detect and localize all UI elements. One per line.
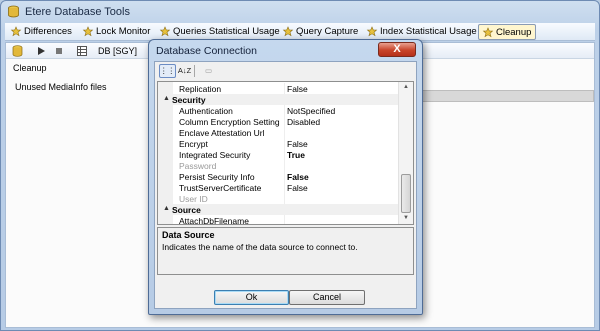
property-name: User ID	[179, 194, 208, 204]
property-name: TrustServerCertificate	[179, 183, 262, 193]
tab-label: Index Statistical Usage	[380, 26, 477, 37]
lock-icon	[82, 26, 94, 37]
column-divider	[284, 215, 285, 224]
db-label: DB [SGY]	[98, 46, 138, 56]
property-row[interactable]: Encrypt False	[158, 138, 398, 149]
progress-bar	[418, 90, 594, 102]
help-title: Data Source	[162, 230, 215, 240]
close-button[interactable]: X	[378, 42, 416, 57]
property-value[interactable]	[287, 128, 397, 138]
property-name: Column Encryption Setting	[179, 117, 280, 127]
scroll-thumb[interactable]	[401, 174, 411, 213]
property-row[interactable]: User ID	[158, 193, 398, 204]
categorized-button[interactable]: ⋮⋮	[159, 64, 176, 78]
queries-icon	[159, 26, 171, 37]
property-help-pane: Data Source Indicates the name of the da…	[157, 227, 414, 275]
property-value[interactable]: False	[287, 84, 397, 94]
scroll-up-icon[interactable]: ▲	[399, 82, 413, 93]
collapse-icon[interactable]: ▲	[163, 95, 170, 102]
play-icon[interactable]	[36, 46, 46, 56]
dialog-title: Database Connection	[156, 45, 257, 57]
vertical-scrollbar[interactable]: ▲ ▼	[398, 82, 413, 224]
stop-icon[interactable]	[54, 46, 64, 56]
index-icon	[366, 26, 378, 37]
column-divider	[284, 160, 285, 171]
property-row[interactable]: Column Encryption Setting Disabled	[158, 116, 398, 127]
property-row[interactable]: TrustServerCertificate False	[158, 182, 398, 193]
collapse-icon[interactable]: ▲	[163, 205, 170, 212]
property-row[interactable]: Password	[158, 160, 398, 171]
column-divider	[284, 116, 285, 127]
dialog-body: ⋮⋮ A↓Z ▭ Replication False ▲ Security Authen…	[154, 61, 417, 309]
column-divider	[284, 138, 285, 149]
property-row[interactable]: Authentication NotSpecified	[158, 105, 398, 116]
property-value[interactable]: False	[287, 139, 397, 149]
property-row[interactable]: AttachDbFilename	[158, 215, 398, 225]
ok-button[interactable]: Ok	[214, 290, 289, 305]
property-value[interactable]	[287, 161, 397, 171]
property-row[interactable]: Enclave Attestation Url	[158, 127, 398, 138]
scroll-down-icon[interactable]: ▼	[399, 213, 413, 224]
section-label: Cleanup	[13, 63, 47, 73]
property-name: Password	[179, 161, 217, 171]
title-bar: Etere Database Tools	[1, 1, 599, 23]
property-value[interactable]	[287, 194, 397, 204]
cleanup-icon	[482, 27, 494, 38]
property-row[interactable]: Persist Security Info False	[158, 171, 398, 182]
property-name: AttachDbFilename	[179, 216, 249, 225]
column-divider	[284, 182, 285, 193]
column-divider	[284, 171, 285, 182]
property-name: Persist Security Info	[179, 172, 255, 182]
column-divider	[284, 83, 285, 94]
app-icon	[8, 5, 19, 18]
property-name: Enclave Attestation Url	[179, 128, 265, 138]
property-value[interactable]: Disabled	[287, 117, 397, 127]
tab-index-statistical-usage[interactable]: Index Statistical Usage	[363, 24, 481, 40]
tab-label: Queries Statistical Usage	[173, 26, 280, 37]
property-name: Replication	[179, 84, 222, 94]
column-divider	[284, 193, 285, 204]
property-value[interactable]	[287, 216, 397, 224]
tab-label: Cleanup	[496, 27, 532, 38]
alphabetical-button[interactable]: A↓Z	[176, 64, 193, 78]
property-value[interactable]: False	[287, 172, 397, 182]
tab-queries-statistical-usage[interactable]: Queries Statistical Usage	[156, 24, 284, 40]
column-divider	[284, 127, 285, 138]
differences-icon	[10, 26, 22, 37]
help-text: Indicates the name of the data source to…	[162, 242, 358, 252]
capture-icon	[282, 26, 294, 37]
category-label: Security	[172, 95, 206, 105]
property-value[interactable]: True	[287, 150, 397, 160]
tab-query-capture[interactable]: Query Capture	[279, 24, 362, 40]
property-row[interactable]: Replication False	[158, 83, 398, 94]
tab-label: Query Capture	[296, 26, 359, 37]
tab-cleanup[interactable]: Cleanup	[478, 24, 537, 40]
property-value[interactable]: NotSpecified	[287, 106, 397, 116]
tab-label: Lock Monitor	[96, 26, 151, 37]
toolbar-separator	[194, 65, 195, 77]
property-category[interactable]: ▲ Security	[158, 94, 398, 105]
grid-icon[interactable]	[77, 46, 87, 56]
column-divider	[284, 105, 285, 116]
property-grid-toolbar: ⋮⋮ A↓Z ▭	[155, 62, 416, 79]
property-name: Authentication	[179, 106, 233, 116]
property-value[interactable]: False	[287, 183, 397, 193]
window-title: Etere Database Tools	[25, 6, 130, 18]
property-category[interactable]: ▲ Source	[158, 204, 398, 215]
tab-lock-monitor[interactable]: Lock Monitor	[79, 24, 154, 40]
property-row[interactable]: Integrated Security True	[158, 149, 398, 160]
property-name: Encrypt	[179, 139, 208, 149]
tab-differences[interactable]: Differences	[7, 24, 76, 40]
column-divider	[284, 149, 285, 160]
cleanup-item-label: Unused MediaInfo files	[15, 82, 107, 92]
cancel-button[interactable]: Cancel	[289, 290, 365, 305]
tab-label: Differences	[24, 26, 72, 37]
property-grid: Replication False ▲ Security Authentication N…	[157, 81, 414, 225]
property-name: Integrated Security	[179, 150, 251, 160]
category-label: Source	[172, 205, 201, 215]
database-icon[interactable]	[12, 45, 23, 57]
property-pages-button[interactable]: ▭	[200, 64, 217, 78]
database-connection-dialog: Database Connection X ⋮⋮ A↓Z ▭ Replicati…	[148, 39, 423, 315]
